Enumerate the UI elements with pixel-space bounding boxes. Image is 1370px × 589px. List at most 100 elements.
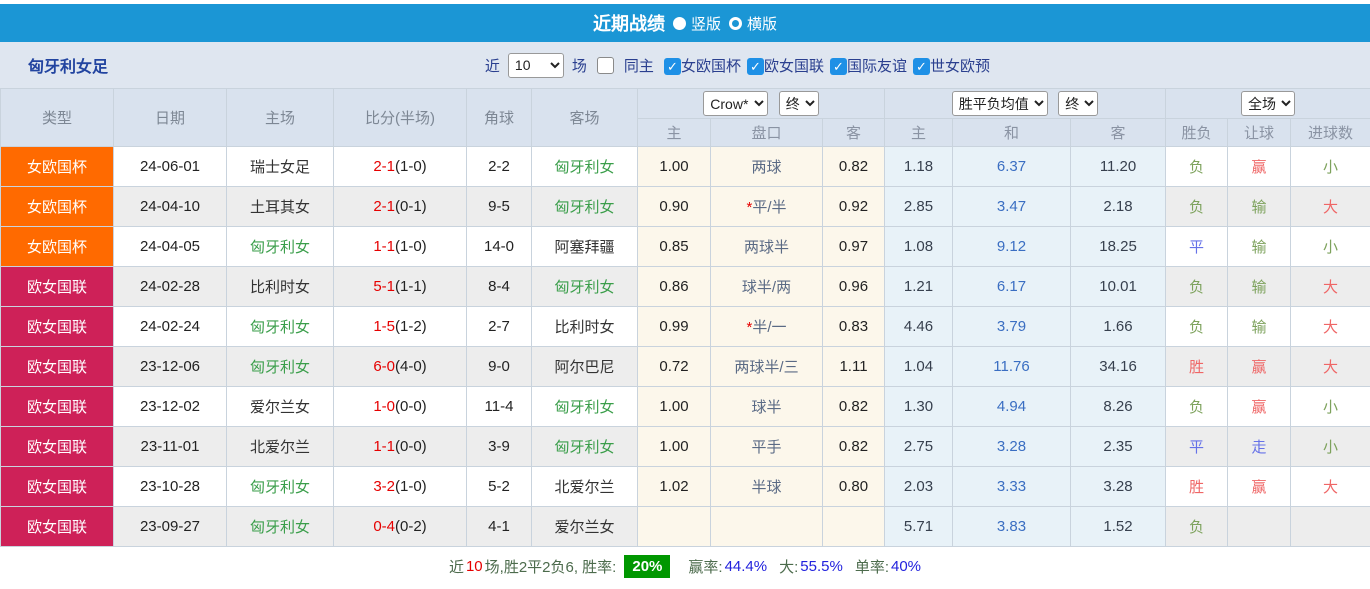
results-table: 类型 日期 主场 比分(半场) 角球 客场 Crow* 终 胜平负均值 终 全场	[0, 88, 1370, 547]
cell-goals: 小	[1290, 426, 1370, 467]
cell-corner: 3-9	[466, 426, 532, 467]
score-fulltime: 0-4	[373, 518, 395, 535]
cell-result: 负	[1165, 306, 1229, 347]
cell-odds-away: 0.82	[821, 426, 886, 467]
cell-avg-away: 1.52	[1070, 506, 1167, 547]
cell-avg-draw: 3.28	[952, 426, 1072, 467]
footer-rate3-value: 55.5%	[800, 558, 843, 575]
score-fulltime: 1-1	[373, 438, 395, 455]
cell-away: 北爱尔兰	[531, 466, 638, 507]
cell-odds-away: 0.83	[821, 306, 886, 347]
cell-avg-home: 2.85	[884, 186, 954, 227]
cell-result: 平	[1165, 426, 1229, 467]
league-label: 欧女国联	[763, 57, 824, 75]
cell-result: 负	[1165, 186, 1229, 227]
cell-handicap-result: 赢	[1227, 346, 1292, 387]
league-checkbox[interactable]: ✓	[663, 58, 681, 75]
cell-corner: 2-7	[466, 306, 532, 347]
cell-score: 0-4(0-2)	[333, 506, 467, 547]
cell-odds-home: 0.99	[637, 306, 711, 347]
score-fulltime: 2-1	[373, 158, 395, 175]
cell-away: 爱尔兰女	[531, 506, 638, 547]
score-halftime: (1-0)	[395, 478, 427, 495]
cell-handicap: 球半/两	[710, 266, 823, 307]
cell-result: 平	[1165, 226, 1229, 267]
near-count-select[interactable]: 10	[507, 52, 564, 78]
games-label: 场	[571, 57, 587, 75]
cell-handicap-result: 输	[1227, 266, 1292, 307]
league-label: 女欧国杯	[680, 57, 741, 75]
cell-home: 匈牙利女	[226, 346, 334, 387]
cell-away: 比利时女	[531, 306, 638, 347]
cell-corner: 2-2	[466, 146, 532, 187]
avg-time-select[interactable]: 终	[1058, 91, 1099, 116]
table-row: 女欧国杯 24-06-01 瑞士女足 2-1(1-0) 2-2 匈牙利女 1.0…	[0, 146, 1370, 187]
cell-odds-home	[637, 506, 711, 547]
radio-horizontal-label[interactable]: 横版	[747, 13, 777, 34]
sub-header-handicap-result: 让球	[1227, 118, 1292, 147]
sub-header-goals: 进球数	[1290, 118, 1370, 147]
radio-unselected-icon[interactable]	[729, 16, 742, 30]
cell-handicap: 球半	[710, 386, 823, 427]
cell-corner: 9-0	[466, 346, 532, 387]
cell-away: 匈牙利女	[531, 426, 638, 467]
cell-avg-away: 34.16	[1070, 346, 1167, 387]
cell-handicap-result: 走	[1227, 426, 1292, 467]
title-bar: 近期战绩 竖版 横版	[0, 4, 1370, 42]
same-home-checkbox[interactable]	[596, 56, 614, 74]
cell-avg-draw: 4.94	[952, 386, 1072, 427]
score-fulltime: 1-1	[373, 238, 395, 255]
score-halftime: (1-0)	[395, 238, 427, 255]
cell-handicap: 两球半	[710, 226, 823, 267]
radio-vertical-label[interactable]: 竖版	[691, 13, 721, 34]
radio-vertical[interactable]: 竖版	[672, 13, 721, 34]
cell-corner: 4-1	[466, 506, 532, 547]
avg-type-select[interactable]: 胜平负均值	[951, 91, 1048, 116]
cell-odds-away: 1.11	[821, 346, 886, 387]
cell-odds-away: 0.96	[821, 266, 886, 307]
cell-odds-home: 1.00	[637, 146, 711, 187]
cell-date: 24-02-28	[113, 266, 227, 307]
cell-handicap: *平/半	[710, 186, 823, 227]
col-header-score: 比分(半场)	[333, 88, 467, 147]
odds-time-select[interactable]: 终	[778, 91, 819, 116]
score-fulltime: 5-1	[373, 278, 395, 295]
league-checkbox[interactable]: ✓	[829, 58, 847, 75]
radio-horizontal[interactable]: 横版	[729, 13, 777, 34]
cell-away: 阿尔巴尼	[531, 346, 638, 387]
league-checkbox[interactable]: ✓	[912, 58, 930, 75]
footer-rate3-label: 大:	[779, 559, 799, 576]
handicap-text: 球半/两	[741, 279, 792, 296]
near-label: 近	[484, 57, 500, 75]
cell-goals: 大	[1290, 346, 1370, 387]
radio-selected-icon[interactable]	[672, 16, 686, 30]
cell-goals: 小	[1290, 386, 1370, 427]
cell-handicap-result: 赢	[1227, 386, 1292, 427]
cell-away: 匈牙利女	[531, 146, 638, 187]
cell-type: 女欧国杯	[0, 226, 114, 267]
scope-select[interactable]: 全场	[1241, 91, 1296, 116]
score-fulltime: 3-2	[373, 478, 395, 495]
score-halftime: (1-2)	[395, 318, 427, 335]
table-row: 欧女国联 23-11-01 北爱尔兰 1-1(0-0) 3-9 匈牙利女 1.0…	[0, 426, 1370, 467]
cell-avg-draw: 3.33	[952, 466, 1072, 507]
odds-company-select[interactable]: Crow*	[703, 91, 769, 116]
cell-score: 1-5(1-2)	[333, 306, 467, 347]
cell-avg-home: 4.46	[884, 306, 954, 347]
cell-score: 1-0(0-0)	[333, 386, 467, 427]
handicap-text: 球半	[751, 399, 782, 416]
cell-odds-home: 0.72	[637, 346, 711, 387]
sub-header-avg-away: 客	[1070, 118, 1167, 147]
table-row: 欧女国联 23-09-27 匈牙利女 0-4(0-2) 4-1 爱尔兰女 5.7…	[0, 506, 1370, 547]
cell-avg-draw: 11.76	[952, 346, 1072, 387]
cell-avg-away: 1.66	[1070, 306, 1167, 347]
cell-corner: 14-0	[466, 226, 532, 267]
table-row: 欧女国联 24-02-28 比利时女 5-1(1-1) 8-4 匈牙利女 0.8…	[0, 266, 1370, 307]
result-group-header: 全场	[1165, 88, 1370, 119]
league-checkbox[interactable]: ✓	[746, 58, 764, 75]
cell-avg-home: 1.30	[884, 386, 954, 427]
cell-type: 欧女国联	[0, 386, 114, 427]
cell-home: 比利时女	[226, 266, 334, 307]
cell-home: 爱尔兰女	[226, 386, 334, 427]
cell-type: 欧女国联	[0, 346, 114, 387]
